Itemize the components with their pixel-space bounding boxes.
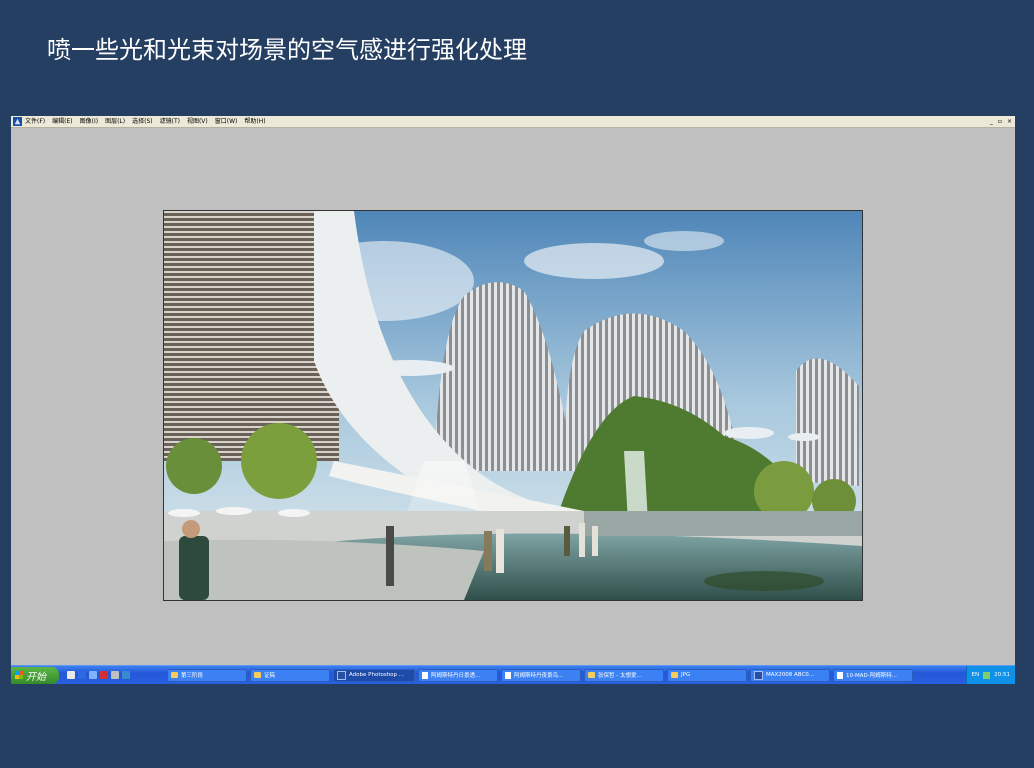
taskbar-button-label: JPG	[681, 672, 691, 678]
windows-taskbar: 开始 第三阶段 证稿 Adobe Photoshop ... 阿姆斯特丹日景透... 阿…	[11, 665, 1015, 684]
menu-filter[interactable]: 滤镜(T)	[160, 116, 180, 127]
system-tray: EN 20:51	[965, 666, 1015, 684]
menu-select[interactable]: 选择(S)	[132, 116, 153, 127]
folder-icon	[171, 672, 178, 678]
quicklaunch-icon[interactable]	[89, 671, 97, 679]
menu-layer[interactable]: 图层(L)	[105, 116, 125, 127]
menu-file[interactable]: 文件(F)	[25, 116, 45, 127]
taskbar-button[interactable]: 第三阶段	[167, 668, 247, 682]
taskbar-button-label: 张保哲 - 太想爱...	[598, 673, 642, 679]
document-icon	[422, 671, 428, 679]
app-icon	[754, 670, 763, 680]
taskbar-button-label: MAX2008 ABC0...	[766, 672, 815, 678]
quicklaunch-icon[interactable]	[122, 671, 130, 679]
document-icon	[837, 671, 843, 679]
language-indicator[interactable]: EN	[972, 672, 980, 678]
taskbar-button[interactable]: JPG	[667, 668, 747, 682]
taskbar-button-label: 阿姆斯特丹夜景鸟...	[514, 673, 564, 679]
folder-icon	[671, 672, 678, 678]
menu-edit[interactable]: 编辑(E)	[52, 116, 72, 127]
quicklaunch-icon[interactable]	[78, 671, 86, 679]
taskbar-button[interactable]: 阿姆斯特丹夜景鸟...	[501, 668, 581, 682]
window-controls: _ ▫ ×	[990, 116, 1012, 127]
taskbar-button[interactable]: MAX2008 ABC0...	[750, 668, 830, 682]
photoshop-app-icon	[13, 117, 22, 126]
folder-icon	[588, 672, 595, 678]
document-icon	[505, 671, 511, 679]
architecture-rendering	[164, 211, 862, 600]
menu-image[interactable]: 图像(I)	[80, 116, 98, 127]
photoshop-window: 文件(F) 编辑(E) 图像(I) 图层(L) 选择(S) 滤镜(T) 视图(V…	[11, 116, 1015, 684]
quicklaunch-icon[interactable]	[100, 671, 108, 679]
start-button[interactable]: 开始	[11, 666, 59, 684]
clock[interactable]: 20:51	[994, 672, 1010, 678]
menu-window[interactable]: 窗口(W)	[215, 116, 238, 127]
taskbar-button[interactable]: 张保哲 - 太想爱...	[584, 668, 664, 682]
document-image[interactable]	[163, 210, 863, 601]
task-buttons: 第三阶段 证稿 Adobe Photoshop ... 阿姆斯特丹日景透... 阿姆斯特…	[167, 668, 916, 682]
taskbar-button-label: Adobe Photoshop ...	[349, 672, 405, 678]
taskbar-button[interactable]: 证稿	[250, 668, 330, 682]
slide-title: 喷一些光和光束对场景的空气感进行强化处理	[47, 36, 527, 64]
windows-logo-icon	[15, 671, 23, 679]
taskbar-button-label: 阿姆斯特丹日景透...	[431, 673, 481, 679]
quicklaunch-icon[interactable]	[111, 671, 119, 679]
canvas-area[interactable]	[11, 128, 1015, 664]
folder-icon	[254, 672, 261, 678]
taskbar-button[interactable]: Adobe Photoshop ...	[333, 668, 415, 682]
menu-bar: 文件(F) 编辑(E) 图像(I) 图层(L) 选择(S) 滤镜(T) 视图(V…	[11, 116, 1015, 128]
quick-launch	[67, 671, 167, 679]
taskbar-button[interactable]: 10-MAD-阿姆斯特...	[833, 668, 913, 682]
start-label: 开始	[26, 671, 46, 683]
menu-view[interactable]: 视图(V)	[187, 116, 208, 127]
taskbar-button[interactable]: 阿姆斯特丹日景透...	[418, 668, 498, 682]
network-icon[interactable]	[983, 671, 991, 679]
restore-icon[interactable]: ▫	[998, 118, 1002, 125]
photoshop-icon	[337, 670, 346, 680]
taskbar-button-label: 第三阶段	[181, 673, 204, 679]
close-icon[interactable]: ×	[1007, 118, 1012, 125]
quicklaunch-icon[interactable]	[67, 671, 75, 679]
taskbar-button-label: 证稿	[264, 673, 276, 679]
taskbar-button-label: 10-MAD-阿姆斯特...	[846, 673, 897, 679]
menu-help[interactable]: 帮助(H)	[244, 116, 265, 127]
minimize-icon[interactable]: _	[990, 118, 993, 125]
